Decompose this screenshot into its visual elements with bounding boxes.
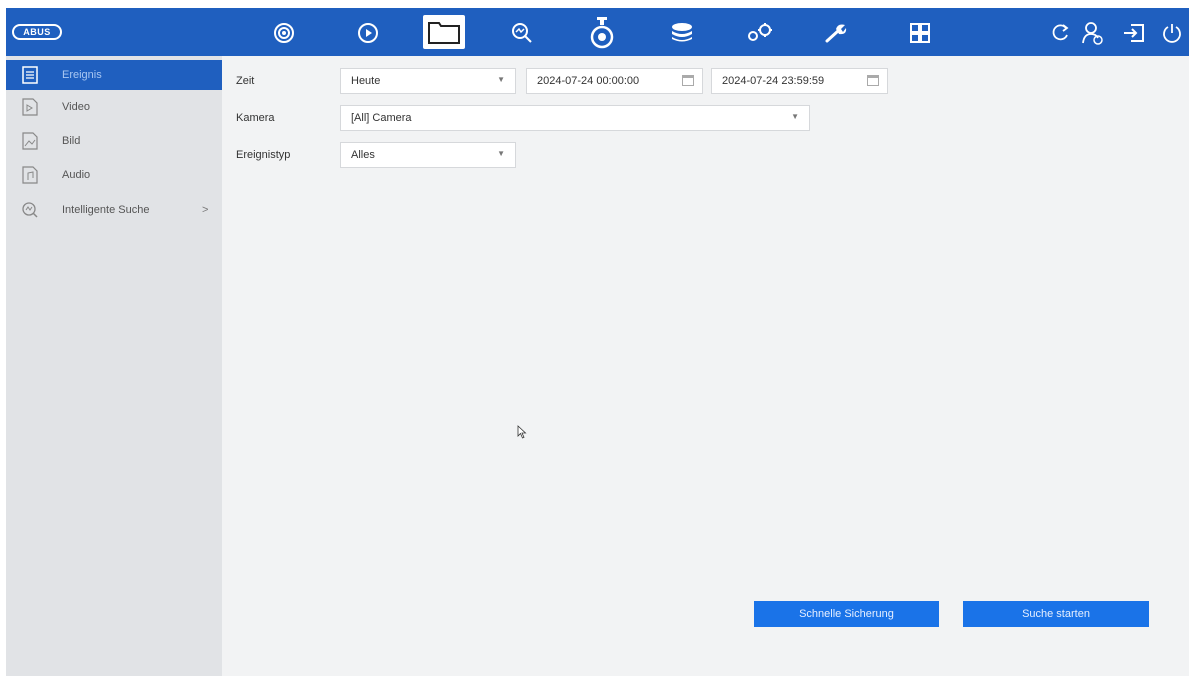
live-view-icon[interactable] [268,18,300,48]
sidebar-item-label: Audio [62,169,91,181]
sidebar: Ereignis Video Bild Audio Intelligente S… [6,56,222,676]
logout-icon[interactable] [1118,18,1150,48]
ereignistyp-label: Ereignistyp [236,149,291,161]
user-icon[interactable] [1076,18,1108,48]
start-search-button[interactable]: Suche starten [963,601,1149,627]
kamera-label: Kamera [236,112,275,124]
chevron-down-icon: ▼ [791,112,799,121]
playback-icon[interactable] [352,18,384,48]
configuration-icon[interactable] [744,18,776,48]
chevron-down-icon: ▼ [497,149,505,158]
smart-search-icon[interactable] [506,18,538,48]
power-icon[interactable] [1156,18,1188,48]
multiview-icon[interactable] [904,18,936,48]
file-management-icon[interactable] [423,15,465,49]
sidebar-item-label: Ereignis [62,69,102,81]
storage-icon[interactable] [666,18,698,48]
sidebar-item-intelligente-suche[interactable]: Intelligente Suche > [6,195,222,225]
event-type-value: Alles [351,149,375,161]
image-file-icon [20,131,40,151]
end-time-field[interactable]: 2024-07-24 23:59:59 [711,68,888,94]
refresh-icon[interactable] [1044,18,1076,48]
sidebar-item-video[interactable]: Video [6,92,222,122]
sidebar-item-ereignis[interactable]: Ereignis [6,60,222,90]
chevron-down-icon: ▼ [497,75,505,84]
sidebar-item-audio[interactable]: Audio [6,160,222,190]
end-time-value: 2024-07-24 23:59:59 [722,75,825,87]
sidebar-item-label: Bild [62,135,81,147]
sidebar-item-label: Intelligente Suche [62,204,150,216]
maintenance-icon[interactable] [820,18,852,48]
top-navigation-bar: ABUS [6,8,1189,56]
camera-select[interactable]: [All] Camera ▼ [340,105,810,131]
start-time-field[interactable]: 2024-07-24 00:00:00 [526,68,703,94]
sidebar-item-label: Video [62,101,90,113]
smart-search-icon [20,200,40,220]
time-preset-value: Heute [351,75,381,87]
zeit-label: Zeit [236,75,255,87]
audio-file-icon [20,165,40,185]
mouse-cursor-icon [517,425,527,444]
camera-value: [All] Camera [351,112,412,124]
calendar-icon[interactable] [867,75,879,86]
abus-logo: ABUS [12,24,62,40]
chevron-right-icon: > [202,204,209,216]
calendar-icon[interactable] [682,75,694,86]
start-time-value: 2024-07-24 00:00:00 [537,75,640,87]
event-type-select[interactable]: Alles ▼ [340,142,516,168]
video-file-icon [20,97,40,117]
search-panel: Zeit Heute ▼ 2024-07-24 00:00:00 2024-07… [222,56,1189,676]
sidebar-item-bild[interactable]: Bild [6,126,222,156]
event-list-icon [20,65,40,85]
quick-backup-button[interactable]: Schnelle Sicherung [754,601,939,627]
camera-icon[interactable] [586,14,618,52]
time-preset-select[interactable]: Heute ▼ [340,68,516,94]
